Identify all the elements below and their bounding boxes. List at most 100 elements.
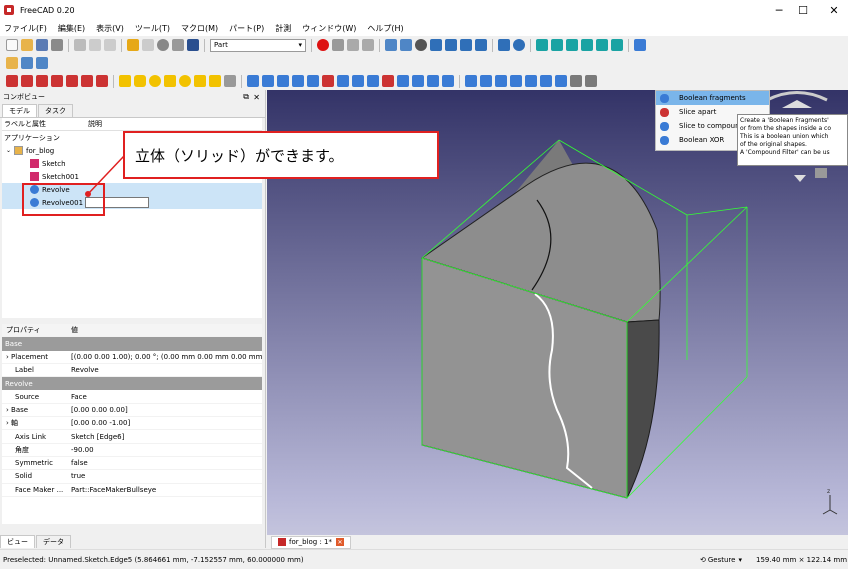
- tab-data[interactable]: データ: [36, 535, 71, 548]
- projection-icon[interactable]: [442, 75, 454, 87]
- menu-view[interactable]: 表示(V): [96, 23, 124, 34]
- loft-icon[interactable]: [352, 75, 364, 87]
- link-icon[interactable]: [36, 57, 48, 69]
- close-button[interactable]: ✕: [811, 0, 848, 20]
- sketch-leave-icon[interactable]: [96, 75, 108, 87]
- print-icon[interactable]: [51, 39, 63, 51]
- float-icon[interactable]: ⧉: [243, 92, 249, 102]
- section-icon[interactable]: [382, 75, 394, 87]
- tube-icon[interactable]: [194, 75, 206, 87]
- tab-document[interactable]: for_blog : 1* ✕: [271, 535, 352, 549]
- whats-this-icon[interactable]: [187, 39, 199, 51]
- chevron-down-icon[interactable]: ⌄: [6, 147, 14, 154]
- tab-task[interactable]: タスク: [38, 104, 73, 117]
- view-back-icon[interactable]: [445, 39, 457, 51]
- sketch-merge-icon[interactable]: [66, 75, 78, 87]
- menu-edit[interactable]: 編集(E): [58, 23, 85, 34]
- macro-record-icon[interactable]: [317, 39, 329, 51]
- macro-stop-icon[interactable]: [332, 39, 344, 51]
- cube-icon[interactable]: [119, 75, 131, 87]
- sketch-edit-icon[interactable]: [21, 75, 33, 87]
- offset-icon[interactable]: [412, 75, 424, 87]
- macro-run-icon[interactable]: [362, 39, 374, 51]
- property-row[interactable]: Axis Link Sketch [Edge6]: [2, 430, 262, 444]
- sync-view-icon[interactable]: [475, 39, 487, 51]
- property-row[interactable]: Source Face: [2, 390, 262, 404]
- property-value[interactable]: false: [68, 459, 262, 467]
- sketch-mirror-icon[interactable]: [81, 75, 93, 87]
- paste-icon[interactable]: [104, 39, 116, 51]
- thickness-icon[interactable]: [427, 75, 439, 87]
- sketch-icon[interactable]: [6, 75, 18, 87]
- view-top-icon[interactable]: [551, 39, 563, 51]
- mirror-icon[interactable]: [277, 75, 289, 87]
- copy-icon[interactable]: [89, 39, 101, 51]
- property-row[interactable]: › 軸 [0.00 0.00 -1.00]: [2, 417, 262, 431]
- refresh-icon[interactable]: [157, 39, 169, 51]
- fillet-icon[interactable]: [292, 75, 304, 87]
- property-value[interactable]: Sketch [Edge6]: [68, 433, 262, 441]
- tab-view[interactable]: ビュー: [0, 535, 35, 548]
- redo-icon[interactable]: [142, 39, 154, 51]
- close-icon[interactable]: ✕: [253, 93, 260, 102]
- property-row[interactable]: › Base [0.00 0.00 0.00]: [2, 404, 262, 418]
- property-group[interactable]: Revolve: [2, 377, 262, 391]
- check-geometry-icon[interactable]: [570, 75, 582, 87]
- split-tools-icon[interactable]: [555, 75, 567, 87]
- common-icon[interactable]: [525, 75, 537, 87]
- new-file-icon[interactable]: [6, 39, 18, 51]
- cut-shape-icon[interactable]: [495, 75, 507, 87]
- macros-icon[interactable]: [347, 39, 359, 51]
- view-right-icon[interactable]: [566, 39, 578, 51]
- view-forward-icon[interactable]: [460, 39, 472, 51]
- undo-icon[interactable]: [127, 39, 139, 51]
- recompute-icon[interactable]: [172, 39, 184, 51]
- draw-style-icon[interactable]: [415, 39, 427, 51]
- chamfer-icon[interactable]: [307, 75, 319, 87]
- property-row[interactable]: Symmetric false: [2, 457, 262, 471]
- property-row[interactable]: Face Maker ... Part::FaceMakerBullseye: [2, 484, 262, 497]
- extrude-icon[interactable]: [247, 75, 259, 87]
- view-front-icon[interactable]: [536, 39, 548, 51]
- property-row[interactable]: 角度 -90.00: [2, 444, 262, 457]
- part-icon[interactable]: [6, 57, 18, 69]
- navigation-style-button[interactable]: ⟲ Gesture ▾: [700, 556, 742, 564]
- boolean-icon[interactable]: [480, 75, 492, 87]
- torus-icon[interactable]: [179, 75, 191, 87]
- menu-help[interactable]: ヘルプ(H): [367, 23, 403, 34]
- cut-icon[interactable]: [74, 39, 86, 51]
- sphere-icon[interactable]: [149, 75, 161, 87]
- open-file-icon[interactable]: [21, 39, 33, 51]
- menu-file[interactable]: ファイル(F): [4, 23, 47, 34]
- menu-window[interactable]: ウィンドウ(W): [302, 23, 356, 34]
- property-value[interactable]: Face: [68, 393, 262, 401]
- primitives-icon[interactable]: [209, 75, 221, 87]
- cylinder-icon[interactable]: [134, 75, 146, 87]
- fuse-icon[interactable]: [510, 75, 522, 87]
- sketch-map-icon[interactable]: [36, 75, 48, 87]
- property-value[interactable]: [(0.00 0.00 1.00); 0.00 °; (0.00 mm 0.00…: [68, 353, 262, 361]
- menu-part[interactable]: パート(P): [229, 23, 264, 34]
- view-bottom-icon[interactable]: [596, 39, 608, 51]
- menu-measure[interactable]: 計測: [275, 23, 291, 34]
- sketch-validate-icon[interactable]: [51, 75, 63, 87]
- solid-side-face[interactable]: [626, 319, 660, 499]
- property-value[interactable]: [0.00 0.00 0.00]: [68, 406, 262, 414]
- measure-icon[interactable]: [634, 39, 646, 51]
- tab-model[interactable]: モデル: [2, 104, 37, 117]
- close-tab-icon[interactable]: ✕: [336, 538, 345, 546]
- property-group[interactable]: Base: [2, 337, 262, 351]
- property-row[interactable]: › Placement [(0.00 0.00 1.00); 0.00 °; (0…: [2, 351, 262, 364]
- defeaturing-icon[interactable]: [585, 75, 597, 87]
- isometric-icon[interactable]: [513, 39, 525, 51]
- bounding-box-icon[interactable]: [430, 39, 442, 51]
- std-views-icon[interactable]: [498, 39, 510, 51]
- group-icon[interactable]: [21, 57, 33, 69]
- view-left-icon[interactable]: [611, 39, 623, 51]
- property-value[interactable]: [0.00 0.00 -1.00]: [68, 419, 262, 427]
- property-value[interactable]: -90.00: [68, 446, 262, 454]
- fit-all-icon[interactable]: [385, 39, 397, 51]
- menu-macro[interactable]: マクロ(M): [181, 23, 218, 34]
- compound-icon[interactable]: [465, 75, 477, 87]
- workbench-selector[interactable]: Part ▾: [210, 38, 306, 52]
